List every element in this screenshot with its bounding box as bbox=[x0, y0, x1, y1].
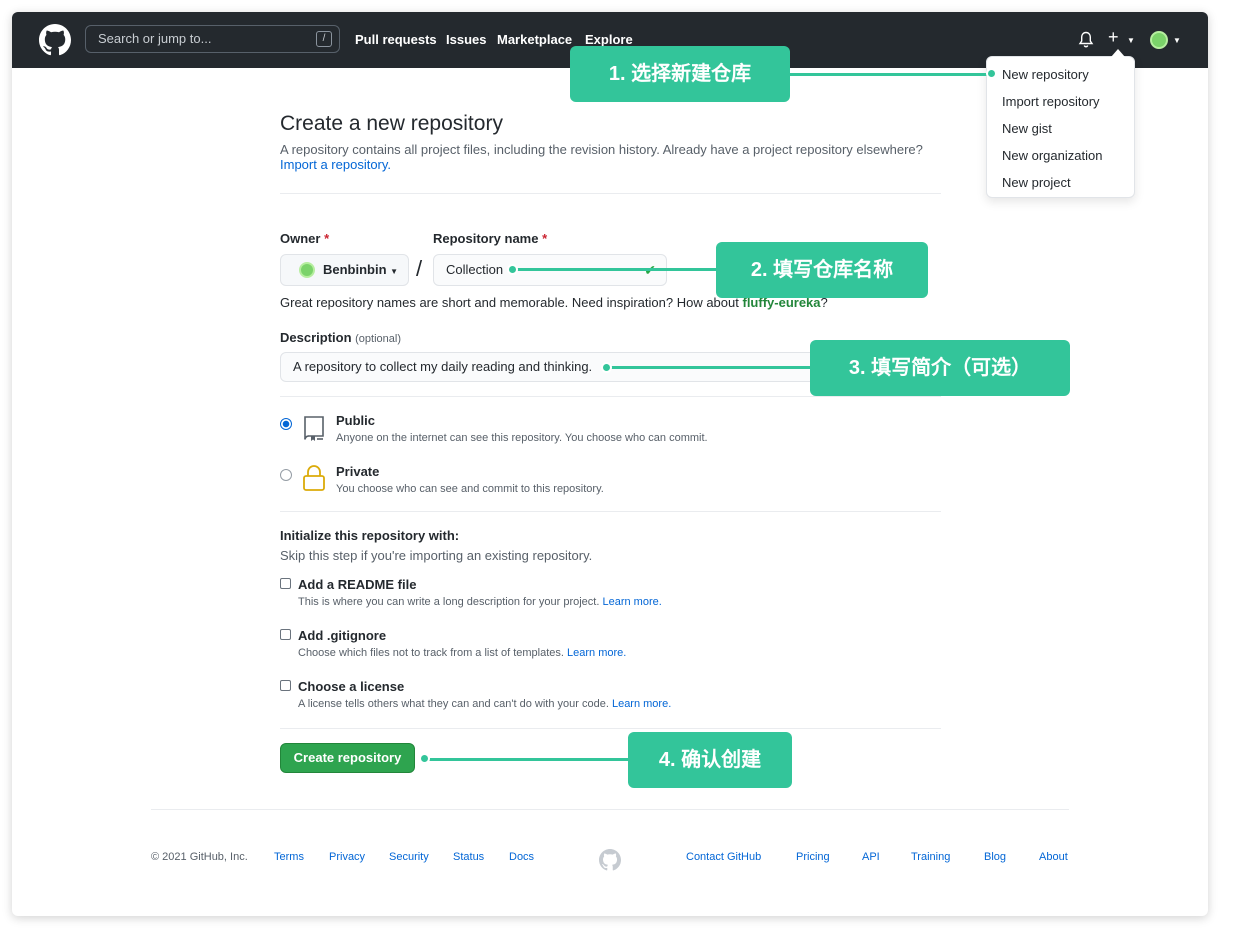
callout-step-1: 1. 选择新建仓库 bbox=[570, 46, 790, 102]
callout-line-3 bbox=[608, 366, 814, 369]
learn-more-link[interactable]: Learn more. bbox=[567, 647, 626, 659]
private-title: Private bbox=[336, 464, 380, 479]
browser-window: Search or jump to... / Pull requests Iss… bbox=[12, 12, 1208, 916]
gitignore-title: Add .gitignore bbox=[298, 628, 387, 643]
gitignore-description-text: Choose which files not to track from a l… bbox=[298, 647, 564, 659]
footer-link-security[interactable]: Security bbox=[389, 851, 429, 863]
footer-link-status[interactable]: Status bbox=[453, 851, 484, 863]
create-new-button[interactable]: + bbox=[1108, 27, 1119, 48]
license-title: Choose a license bbox=[298, 679, 405, 694]
nav-issues[interactable]: Issues bbox=[446, 32, 486, 47]
init-title: Initialize this repository with: bbox=[280, 528, 460, 543]
footer-link-docs[interactable]: Docs bbox=[509, 851, 534, 863]
nav-marketplace[interactable]: Marketplace bbox=[497, 32, 572, 47]
user-avatar[interactable] bbox=[1150, 31, 1168, 49]
page-subtitle: A repository contains all project files,… bbox=[280, 142, 923, 172]
divider bbox=[280, 728, 941, 729]
lock-icon bbox=[303, 465, 325, 491]
owner-avatar bbox=[299, 262, 315, 278]
callout-step-4: 4. 确认创建 bbox=[628, 732, 792, 788]
create-new-dropdown: New repository Import repository New gis… bbox=[986, 49, 1135, 198]
callout-step-3: 3. 填写简介（可选） bbox=[810, 340, 1070, 396]
page-title: Create a new repository bbox=[280, 112, 503, 135]
menu-item-import-repository[interactable]: Import repository bbox=[1002, 94, 1100, 109]
footer-link-terms[interactable]: Terms bbox=[274, 851, 304, 863]
search-shortcut-key: / bbox=[316, 31, 332, 47]
owner-repo-separator: / bbox=[416, 256, 423, 281]
nav-pull-requests[interactable]: Pull requests bbox=[355, 32, 437, 47]
gitignore-description: Choose which files not to track from a l… bbox=[298, 647, 626, 659]
repo-book-icon bbox=[304, 416, 324, 441]
repo-name-label: Repository name * bbox=[433, 231, 547, 246]
import-repository-link[interactable]: Import a repository. bbox=[280, 157, 391, 172]
learn-more-link[interactable]: Learn more. bbox=[612, 698, 671, 710]
callout-dot-2 bbox=[507, 264, 518, 275]
create-repository-button[interactable]: Create repository bbox=[280, 743, 415, 773]
footer-link-about[interactable]: About bbox=[1039, 851, 1068, 863]
init-subtitle: Skip this step if you're importing an ex… bbox=[280, 548, 593, 563]
gitignore-checkbox[interactable] bbox=[280, 629, 291, 640]
divider bbox=[280, 511, 941, 512]
private-radio[interactable] bbox=[280, 469, 292, 481]
divider bbox=[280, 193, 941, 194]
chevron-down-icon: ▼ bbox=[390, 267, 399, 276]
readme-description: This is where you can write a long descr… bbox=[298, 596, 662, 608]
chevron-down-icon: ▼ bbox=[1173, 36, 1181, 45]
menu-item-new-organization[interactable]: New organization bbox=[1002, 148, 1102, 163]
callout-step-2: 2. 填写仓库名称 bbox=[716, 242, 928, 298]
readme-description-text: This is where you can write a long descr… bbox=[298, 596, 600, 608]
required-mark: * bbox=[542, 231, 548, 246]
callout-dot-4 bbox=[419, 753, 430, 764]
menu-item-new-repository[interactable]: New repository bbox=[1002, 67, 1089, 82]
public-radio[interactable] bbox=[280, 418, 292, 430]
repository-name-value: Collection bbox=[446, 262, 504, 277]
owner-label-text: Owner bbox=[280, 231, 321, 246]
divider bbox=[280, 396, 941, 397]
required-mark: * bbox=[324, 231, 330, 246]
hint-text: Great repository names are short and mem… bbox=[280, 295, 739, 310]
callout-line-2 bbox=[514, 268, 720, 271]
subtitle-text: A repository contains all project files,… bbox=[280, 142, 923, 157]
notification-bell-icon[interactable] bbox=[1078, 31, 1094, 49]
menu-item-new-gist[interactable]: New gist bbox=[1002, 121, 1052, 136]
footer-link-blog[interactable]: Blog bbox=[984, 851, 1006, 863]
nav-explore[interactable]: Explore bbox=[585, 32, 633, 47]
optional-tag: (optional) bbox=[355, 333, 401, 345]
search-placeholder: Search or jump to... bbox=[98, 31, 212, 46]
license-description-text: A license tells others what they can and… bbox=[298, 698, 609, 710]
search-input[interactable]: Search or jump to... / bbox=[85, 25, 340, 53]
github-footer-logo-icon[interactable] bbox=[599, 849, 621, 871]
footer-link-privacy[interactable]: Privacy bbox=[329, 851, 365, 863]
callout-line-1 bbox=[790, 73, 996, 76]
public-description: Anyone on the internet can see this repo… bbox=[336, 432, 708, 444]
chevron-down-icon: ▼ bbox=[1127, 36, 1135, 45]
footer-link-contact[interactable]: Contact GitHub bbox=[686, 851, 761, 863]
footer-link-training[interactable]: Training bbox=[911, 851, 950, 863]
github-logo-icon[interactable] bbox=[39, 24, 71, 56]
menu-item-new-project[interactable]: New project bbox=[1002, 175, 1071, 190]
readme-title: Add a README file bbox=[298, 577, 417, 592]
description-label-text: Description bbox=[280, 330, 352, 345]
license-description: A license tells others what they can and… bbox=[298, 698, 671, 710]
callout-dot-1 bbox=[986, 68, 997, 79]
callout-line-4 bbox=[428, 758, 634, 761]
owner-select[interactable]: Benbinbin ▼ bbox=[280, 254, 409, 286]
footer-link-pricing[interactable]: Pricing bbox=[796, 851, 830, 863]
readme-checkbox[interactable] bbox=[280, 578, 291, 589]
footer-divider bbox=[151, 809, 1069, 810]
public-title: Public bbox=[336, 413, 376, 428]
footer-link-api[interactable]: API bbox=[862, 851, 880, 863]
footer-copyright: © 2021 GitHub, Inc. bbox=[151, 851, 248, 863]
license-checkbox[interactable] bbox=[280, 680, 291, 691]
owner-label: Owner * bbox=[280, 231, 329, 246]
repo-name-label-text: Repository name bbox=[433, 231, 539, 246]
description-label: Description (optional) bbox=[280, 330, 401, 345]
private-description: You choose who can see and commit to thi… bbox=[336, 483, 604, 495]
description-value: A repository to collect my daily reading… bbox=[293, 359, 593, 374]
callout-dot-3 bbox=[601, 362, 612, 373]
learn-more-link[interactable]: Learn more. bbox=[602, 596, 661, 608]
owner-value: Benbinbin bbox=[323, 262, 387, 277]
